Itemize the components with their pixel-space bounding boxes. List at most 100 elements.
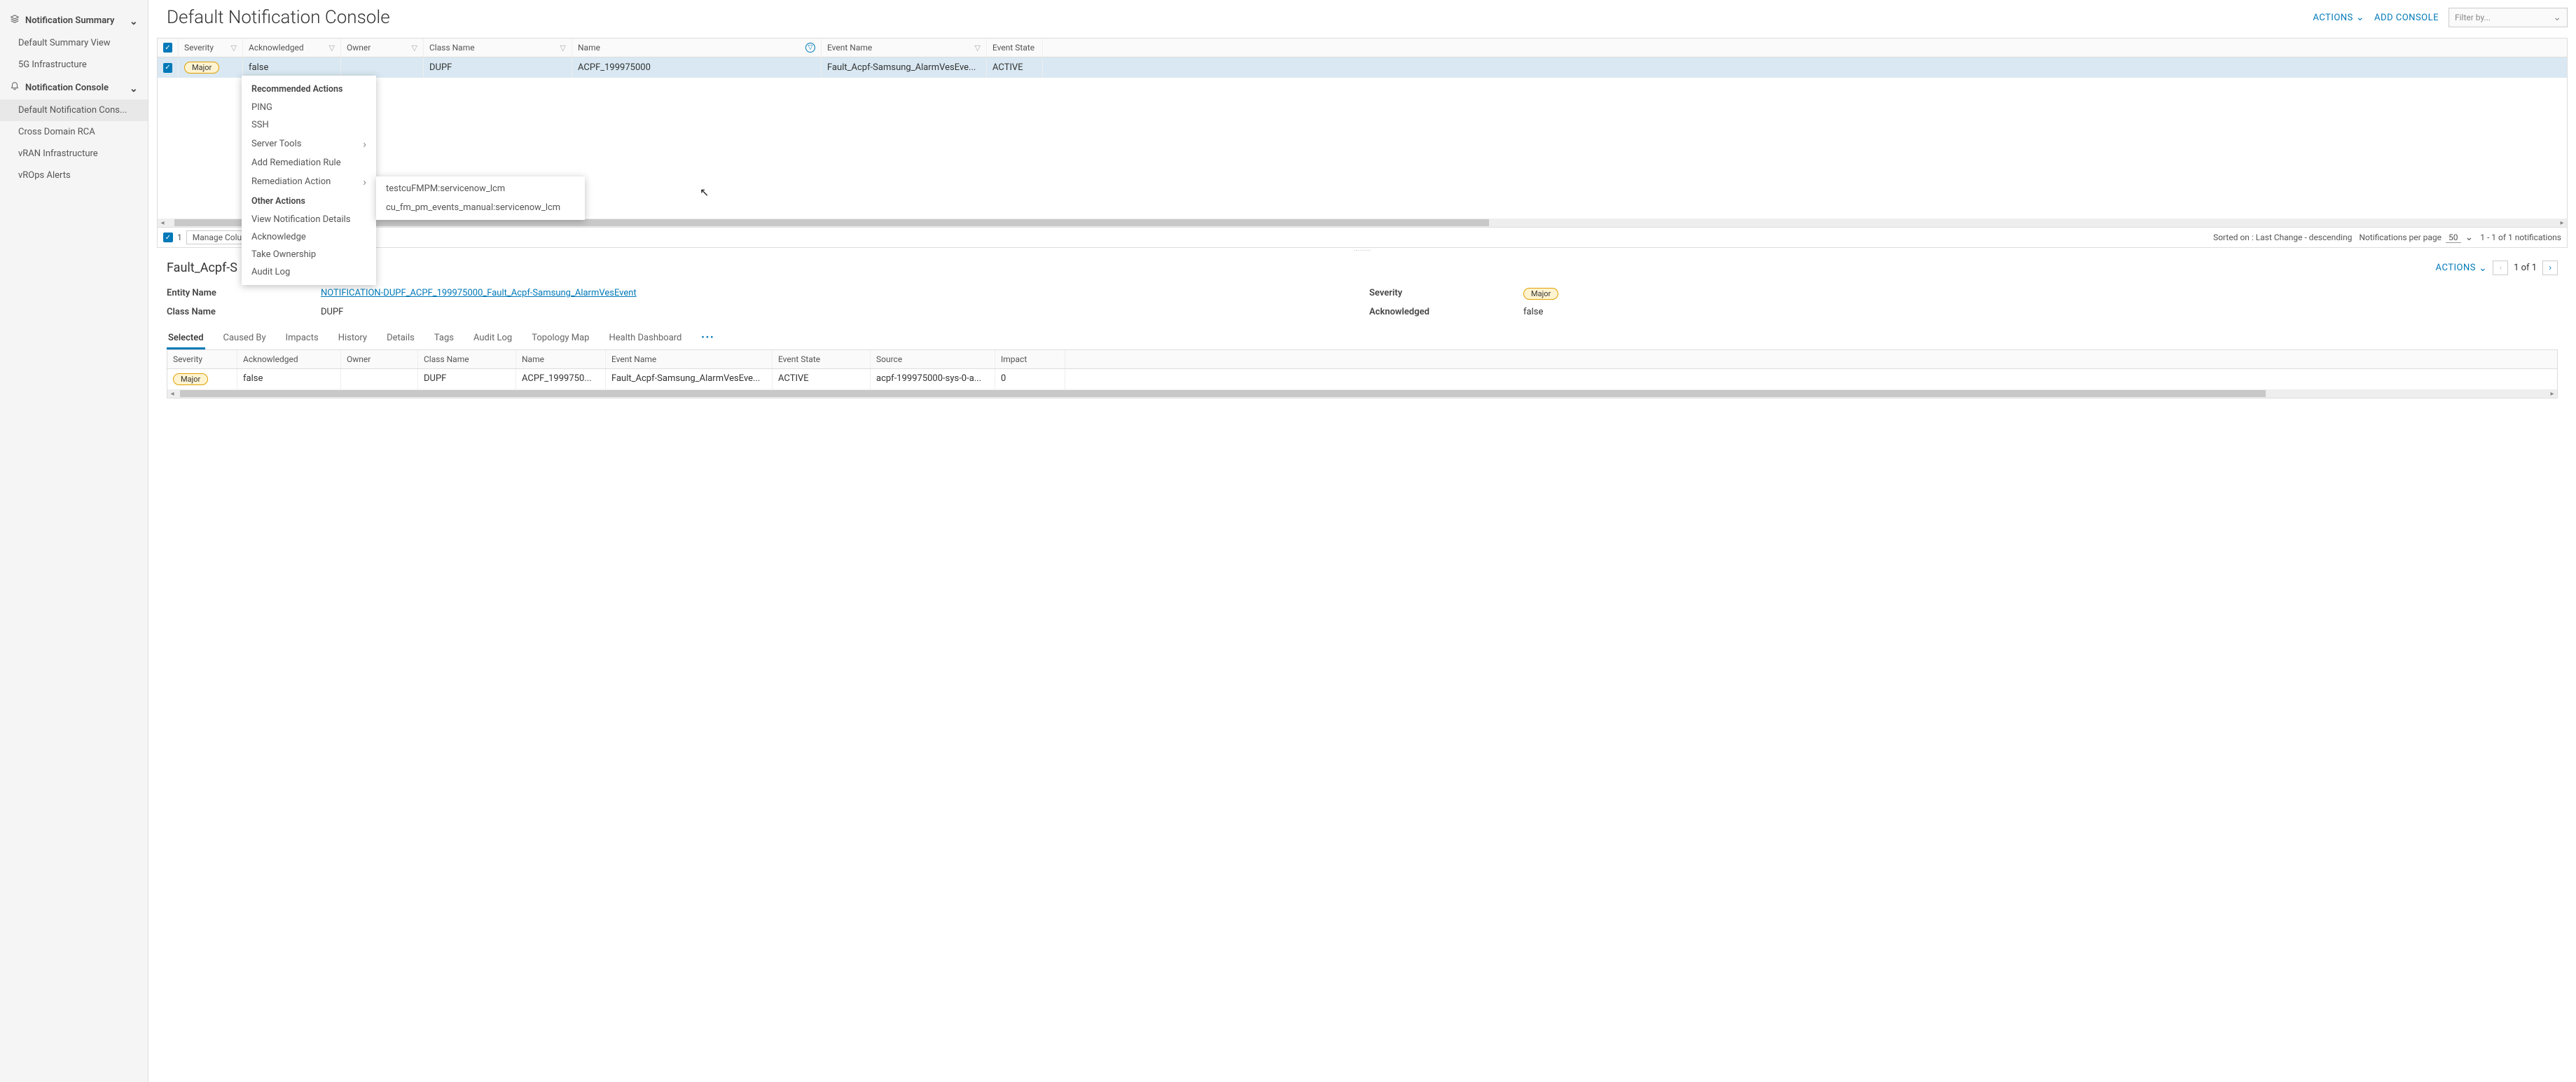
col-header-event-state[interactable]: Event State	[992, 43, 1034, 53]
range-label: 1 - 1 of 1 notifications	[2480, 233, 2561, 242]
tab-more[interactable]: •••	[700, 328, 716, 349]
scroll-left-icon[interactable]: ◂	[158, 219, 167, 227]
dcol-owner[interactable]: Owner	[341, 350, 418, 368]
chevron-down-icon	[2356, 12, 2364, 23]
detail-horizontal-scrollbar[interactable]: ◂ ▸	[167, 389, 2557, 398]
sidebar-item-vran-infrastructure[interactable]: vRAN Infrastructure	[0, 143, 148, 165]
menu-item-view-notification-details[interactable]: View Notification Details	[242, 211, 376, 228]
pager-next-button[interactable]: ›	[2542, 261, 2558, 275]
manage-columns-button[interactable]: Manage Colu	[186, 230, 248, 244]
menu-item-acknowledge[interactable]: Acknowledge	[242, 228, 376, 246]
main-content: Default Notification Console ACTIONS ADD…	[148, 0, 2576, 1082]
tab-audit-log[interactable]: Audit Log	[472, 328, 513, 349]
pager-prev-button[interactable]: ‹	[2493, 261, 2508, 275]
filter-icon[interactable]: ▽	[231, 43, 237, 53]
severity-badge: Major	[173, 373, 208, 385]
filter-by-input[interactable]: Filter by...	[2449, 8, 2568, 27]
cell-name: ACPF_199975000	[572, 57, 822, 78]
col-header-acknowledged[interactable]: Acknowledged	[249, 43, 304, 53]
per-page-value[interactable]: 50	[2446, 233, 2461, 243]
sidebar-item-default-notification-console[interactable]: Default Notification Cons...	[0, 99, 148, 121]
menu-item-ssh[interactable]: SSH	[242, 116, 376, 134]
dcol-event-name[interactable]: Event Name	[606, 350, 773, 368]
dcell-name: ACPF_1999750...	[516, 369, 606, 389]
sidebar-group-notification-console[interactable]: Notification Console	[0, 76, 148, 99]
filter-active-icon[interactable]: ▽	[805, 43, 815, 53]
detail-table-row[interactable]: Major false DUPF ACPF_1999750... Fault_A…	[167, 369, 2557, 389]
filter-icon[interactable]: ▽	[329, 43, 335, 53]
chevron-down-icon[interactable]	[2465, 232, 2474, 243]
sidebar: Notification Summary Default Summary Vie…	[0, 0, 148, 1082]
row-checkbox[interactable]: ✓	[163, 63, 172, 73]
tab-selected[interactable]: Selected	[167, 328, 205, 349]
sidebar-group-notification-summary[interactable]: Notification Summary	[0, 8, 148, 32]
menu-item-remediation-action[interactable]: Remediation Action	[242, 172, 376, 192]
col-header-severity[interactable]: Severity	[184, 43, 214, 53]
context-menu: Recommended Actions PING SSH Server Tool…	[242, 76, 376, 285]
scrollbar-thumb[interactable]	[180, 390, 2266, 397]
tab-tags[interactable]: Tags	[433, 328, 455, 349]
cell-event-name: Fault_Acpf-Samsung_AlarmVesEve...	[822, 57, 987, 78]
actions-dropdown[interactable]: ACTIONS	[2313, 12, 2364, 23]
field-label-acknowledged: Acknowledged	[1369, 307, 1509, 317]
menu-item-audit-log[interactable]: Audit Log	[242, 263, 376, 281]
tab-health-dashboard[interactable]: Health Dashboard	[607, 328, 683, 349]
detail-table: Severity Acknowledged Owner Class Name N…	[167, 349, 2558, 398]
cell-class-name: DUPF	[424, 57, 572, 78]
tab-details[interactable]: Details	[385, 328, 416, 349]
menu-item-add-remediation-rule[interactable]: Add Remediation Rule	[242, 154, 376, 172]
scroll-left-icon[interactable]: ◂	[167, 390, 177, 398]
sidebar-item-5g-infrastructure[interactable]: 5G Infrastructure	[0, 54, 148, 76]
filter-icon[interactable]: ▽	[412, 43, 417, 53]
sidebar-item-default-summary-view[interactable]: Default Summary View	[0, 32, 148, 54]
dcol-source[interactable]: Source	[871, 350, 995, 368]
detail-actions-dropdown[interactable]: ACTIONS	[2436, 263, 2488, 274]
tab-topology-map[interactable]: Topology Map	[530, 328, 590, 349]
dcol-severity[interactable]: Severity	[167, 350, 237, 368]
field-label-class-name: Class Name	[167, 307, 307, 317]
menu-item-ping[interactable]: PING	[242, 99, 376, 116]
detail-tabs: Selected Caused By Impacts History Detai…	[167, 328, 2558, 350]
cell-event-state: ACTIVE	[987, 57, 1043, 78]
dcol-class-name[interactable]: Class Name	[418, 350, 516, 368]
cursor-icon: ↖	[700, 186, 709, 199]
field-value-class-name: DUPF	[321, 307, 1355, 317]
tab-history[interactable]: History	[337, 328, 368, 349]
field-label-entity-name: Entity Name	[167, 288, 307, 300]
tab-caused-by[interactable]: Caused By	[222, 328, 268, 349]
dcol-impact[interactable]: Impact	[995, 350, 1065, 368]
table-footer: ✓ 1 Manage Colu Sorted on : Last Change …	[158, 227, 2567, 247]
scroll-right-icon[interactable]: ▸	[2547, 390, 2557, 398]
sidebar-item-cross-domain-rca[interactable]: Cross Domain RCA	[0, 121, 148, 143]
page-header: Default Notification Console ACTIONS ADD…	[157, 0, 2568, 38]
dcol-event-state[interactable]: Event State	[773, 350, 871, 368]
sidebar-item-vrops-alerts[interactable]: vROps Alerts	[0, 165, 148, 186]
table-header-row: ✓ Severity ▽ Acknowledged ▽ Owner ▽ Class N…	[158, 39, 2567, 57]
entity-name-link[interactable]: NOTIFICATION-DUPF_ACPF_199975000_Fault_A…	[321, 288, 637, 298]
severity-badge: Major	[184, 62, 219, 74]
dcol-name[interactable]: Name	[516, 350, 606, 368]
tab-impacts[interactable]: Impacts	[284, 328, 320, 349]
filter-icon[interactable]: ▽	[560, 43, 566, 53]
chevron-right-icon	[363, 175, 366, 188]
submenu-item-testcufmpm[interactable]: testcuFMPM:servicenow_lcm	[376, 179, 585, 198]
select-all-checkbox[interactable]: ✓	[163, 43, 172, 53]
scroll-right-icon[interactable]: ▸	[2557, 219, 2567, 227]
detail-panel: Fault_Acpf-Samsung_AlarmVesEvent ACTIONS…	[157, 252, 2568, 403]
submenu-item-cu-fm-pm-events[interactable]: cu_fm_pm_events_manual:servicenow_lcm	[376, 198, 585, 217]
filter-icon[interactable]: ▽	[975, 43, 981, 53]
field-value-acknowledged: false	[1523, 307, 2558, 317]
dcol-acknowledged[interactable]: Acknowledged	[237, 350, 341, 368]
footer-checkbox[interactable]: ✓	[163, 233, 173, 242]
context-menu-section: Other Actions	[242, 192, 376, 211]
menu-item-server-tools[interactable]: Server Tools	[242, 134, 376, 154]
dcell-acknowledged: false	[237, 369, 341, 389]
col-header-owner[interactable]: Owner	[347, 43, 371, 53]
menu-item-take-ownership[interactable]: Take Ownership	[242, 246, 376, 263]
add-console-button[interactable]: ADD CONSOLE	[2374, 13, 2439, 23]
dcell-event-state: ACTIVE	[773, 369, 871, 389]
col-header-class-name[interactable]: Class Name	[429, 43, 475, 53]
col-header-event-name[interactable]: Event Name	[827, 43, 872, 53]
col-header-name[interactable]: Name	[578, 43, 600, 53]
table-row[interactable]: ✓ Major false DUPF ACPF_199975000 Fault_…	[158, 57, 2567, 78]
